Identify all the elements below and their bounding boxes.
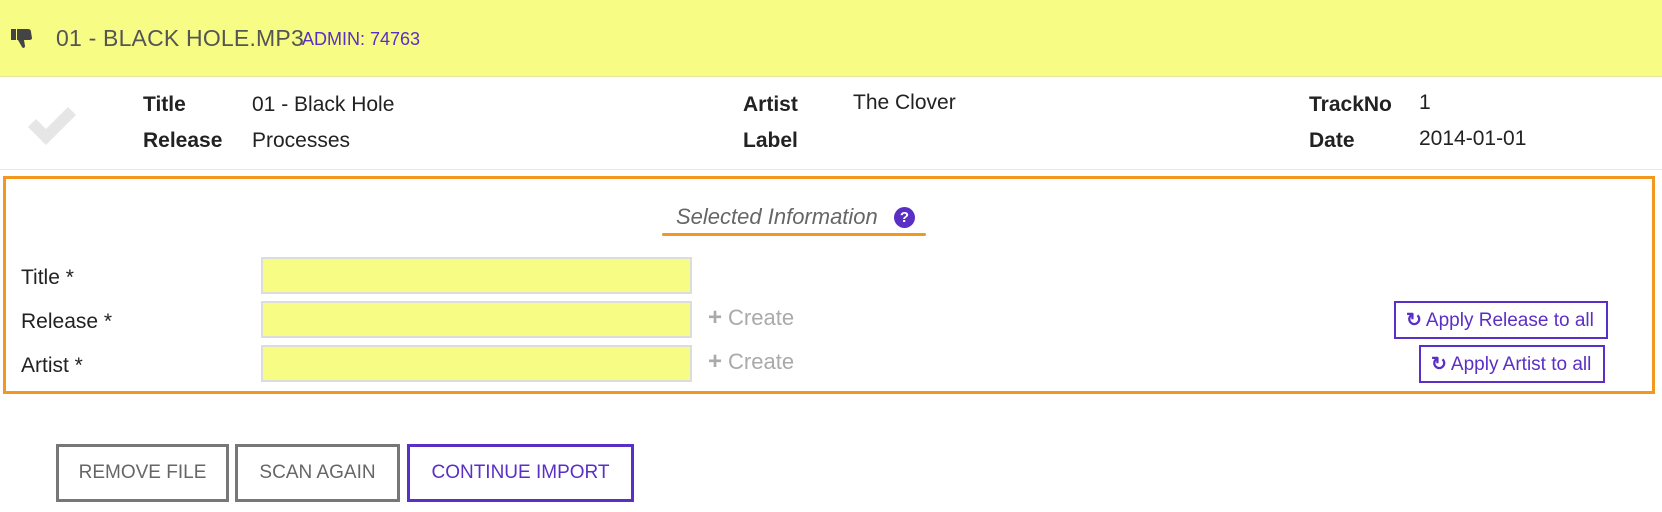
meta-value-trackno: 1 bbox=[1419, 91, 1431, 114]
plus-icon: + bbox=[708, 348, 723, 375]
meta-label-release: Release bbox=[143, 129, 223, 152]
title-underline bbox=[662, 233, 926, 236]
create-artist-link[interactable]: + Create bbox=[708, 348, 794, 376]
meta-label-title: Title bbox=[143, 93, 186, 116]
form-label-title: Title * bbox=[21, 266, 74, 289]
refresh-icon: ↻ bbox=[1406, 309, 1422, 331]
file-name: 01 - BLACK HOLE.MP3 bbox=[56, 25, 304, 51]
check-icon bbox=[28, 107, 76, 145]
create-release-link[interactable]: + Create bbox=[708, 304, 794, 332]
meta-label-artist: Artist bbox=[743, 93, 798, 116]
thumbs-down-icon bbox=[11, 29, 32, 48]
meta-label-date: Date bbox=[1309, 129, 1355, 152]
section-title: Selected Information bbox=[676, 204, 878, 229]
help-icon[interactable]: ? bbox=[894, 207, 915, 228]
title-input[interactable] bbox=[261, 257, 692, 294]
apply-artist-to-all-button[interactable]: ↻ Apply Artist to all bbox=[1419, 345, 1606, 383]
plus-icon: + bbox=[708, 304, 723, 331]
apply-artist-label: Apply Artist to all bbox=[1450, 353, 1592, 375]
artist-input[interactable] bbox=[261, 345, 692, 382]
continue-import-button[interactable]: CONTINUE IMPORT bbox=[407, 444, 634, 502]
admin-tag: ADMIN: 74763 bbox=[302, 29, 421, 49]
release-input[interactable] bbox=[261, 301, 692, 338]
form-label-release: Release * bbox=[21, 310, 113, 333]
meta-value-date: 2014-01-01 bbox=[1419, 127, 1527, 150]
create-release-label: Create bbox=[728, 305, 795, 330]
apply-release-to-all-button[interactable]: ↻ Apply Release to all bbox=[1394, 301, 1608, 339]
remove-file-button[interactable]: REMOVE FILE bbox=[56, 444, 229, 502]
refresh-icon: ↻ bbox=[1431, 353, 1447, 375]
form-label-artist: Artist * bbox=[21, 354, 83, 377]
meta-label-trackno: TrackNo bbox=[1309, 93, 1392, 116]
scan-again-button[interactable]: SCAN AGAIN bbox=[235, 444, 400, 502]
file-header: 01 - BLACK HOLE.MP3 ADMIN: 74763 bbox=[0, 0, 1662, 77]
meta-value-release: Processes bbox=[252, 129, 351, 152]
meta-value-title: 01 - Black Hole bbox=[252, 93, 395, 116]
track-metadata: Title 01 - Black Hole Release Processes … bbox=[0, 77, 1662, 170]
apply-release-label: Apply Release to all bbox=[1425, 309, 1594, 331]
create-artist-label: Create bbox=[728, 349, 795, 374]
meta-value-artist: The Clover bbox=[853, 91, 956, 114]
meta-label-label: Label bbox=[743, 129, 798, 152]
